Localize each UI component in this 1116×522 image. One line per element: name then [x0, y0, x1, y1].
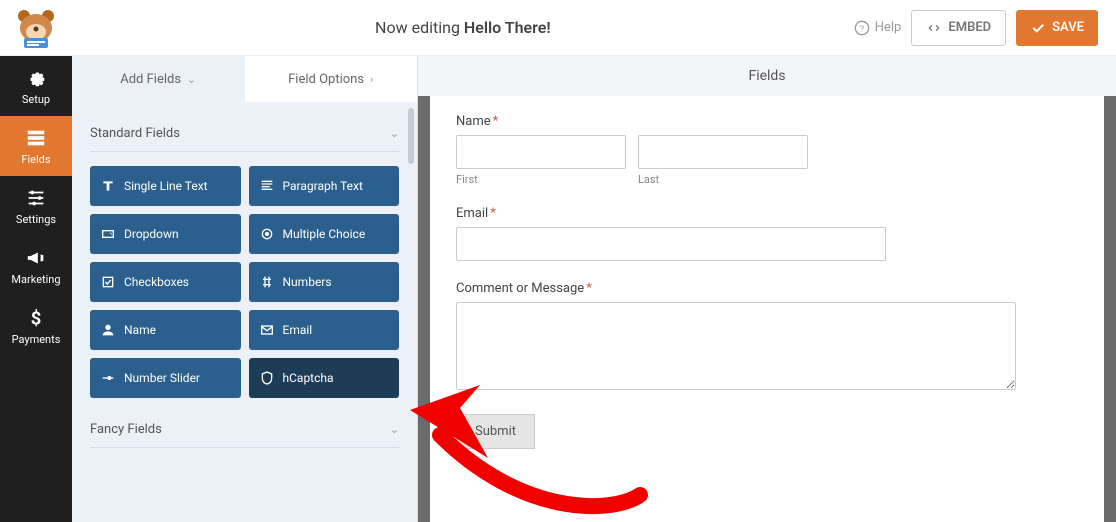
sidebar-item-settings[interactable]: Settings: [0, 176, 72, 236]
radio-icon: [259, 226, 275, 242]
dollar-icon: $: [25, 307, 47, 329]
field-numbers[interactable]: Numbers: [249, 262, 400, 302]
mail-icon: [259, 322, 275, 338]
comment-textarea[interactable]: [456, 302, 1016, 390]
checkbox-icon: [100, 274, 116, 290]
help-icon: ?: [854, 20, 870, 36]
standard-fields-header[interactable]: Standard Fields ⌄: [90, 116, 399, 152]
page-title: Now editing Hello There!: [72, 18, 854, 37]
field-name[interactable]: Name: [90, 310, 241, 350]
sidebar-item-payments[interactable]: $ Payments: [0, 296, 72, 356]
chevron-right-icon: ›: [370, 73, 373, 86]
paragraph-icon: [259, 178, 275, 194]
sidebar-item-fields[interactable]: Fields: [0, 116, 72, 176]
last-name-input[interactable]: [638, 135, 808, 169]
sliders-icon: [25, 187, 47, 209]
logo: [0, 8, 72, 48]
slider-icon: [100, 370, 116, 386]
help-link[interactable]: ? Help: [854, 20, 902, 36]
bullhorn-icon: [25, 247, 47, 269]
chevron-down-icon: ⌄: [390, 423, 399, 436]
sidebar-item-setup[interactable]: Setup: [0, 56, 72, 116]
first-sublabel: First: [456, 173, 626, 186]
text-icon: [100, 178, 116, 194]
fancy-fields-header[interactable]: Fancy Fields ⌄: [90, 412, 399, 448]
field-single-line-text[interactable]: Single Line Text: [90, 166, 241, 206]
shield-icon: [259, 370, 275, 386]
submit-button[interactable]: Submit: [456, 414, 535, 449]
field-paragraph-text[interactable]: Paragraph Text: [249, 166, 400, 206]
canvas-wrap: Fields Name* First Last Email*: [418, 56, 1116, 522]
form-title: Hello There!: [464, 18, 551, 37]
email-input[interactable]: [456, 227, 886, 261]
field-number-slider[interactable]: Number Slider: [90, 358, 241, 398]
gear-icon: [25, 67, 47, 89]
canvas-header: Fields: [418, 56, 1116, 96]
email-label: Email*: [456, 206, 1078, 221]
sidebar-item-marketing[interactable]: Marketing: [0, 236, 72, 296]
form-icon: [25, 127, 47, 149]
field-dropdown[interactable]: Dropdown: [90, 214, 241, 254]
form-preview: Name* First Last Email* Comment or: [430, 96, 1104, 522]
svg-text:?: ?: [860, 24, 864, 34]
chevron-down-icon: ⌄: [187, 73, 196, 86]
fields-panel: Add Fields ⌄ Field Options › Standard Fi…: [72, 56, 418, 522]
check-icon: [1030, 20, 1046, 36]
bear-logo-icon: [14, 8, 58, 48]
top-bar: Now editing Hello There! ? Help EMBED SA…: [0, 0, 1116, 56]
field-multiple-choice[interactable]: Multiple Choice: [249, 214, 400, 254]
hash-icon: [259, 274, 275, 290]
dropdown-icon: [100, 226, 116, 242]
embed-button[interactable]: EMBED: [911, 10, 1006, 46]
field-checkboxes[interactable]: Checkboxes: [90, 262, 241, 302]
scrollbar-thumb[interactable]: [408, 108, 414, 164]
field-email[interactable]: Email: [249, 310, 400, 350]
first-name-input[interactable]: [456, 135, 626, 169]
field-hcaptcha[interactable]: hCaptcha: [249, 358, 400, 398]
comment-label: Comment or Message*: [456, 281, 1078, 296]
sidebar: Setup Fields Settings Marketing $ Paymen…: [0, 56, 72, 522]
tab-add-fields[interactable]: Add Fields ⌄: [72, 56, 245, 102]
chevron-down-icon: ⌄: [390, 127, 399, 140]
tab-field-options[interactable]: Field Options ›: [245, 56, 418, 102]
code-icon: [926, 20, 942, 36]
last-sublabel: Last: [638, 173, 808, 186]
svg-text:$: $: [31, 308, 42, 329]
user-icon: [100, 322, 116, 338]
save-button[interactable]: SAVE: [1016, 10, 1098, 46]
editing-prefix: Now editing: [375, 18, 464, 37]
name-label: Name*: [456, 114, 1078, 129]
